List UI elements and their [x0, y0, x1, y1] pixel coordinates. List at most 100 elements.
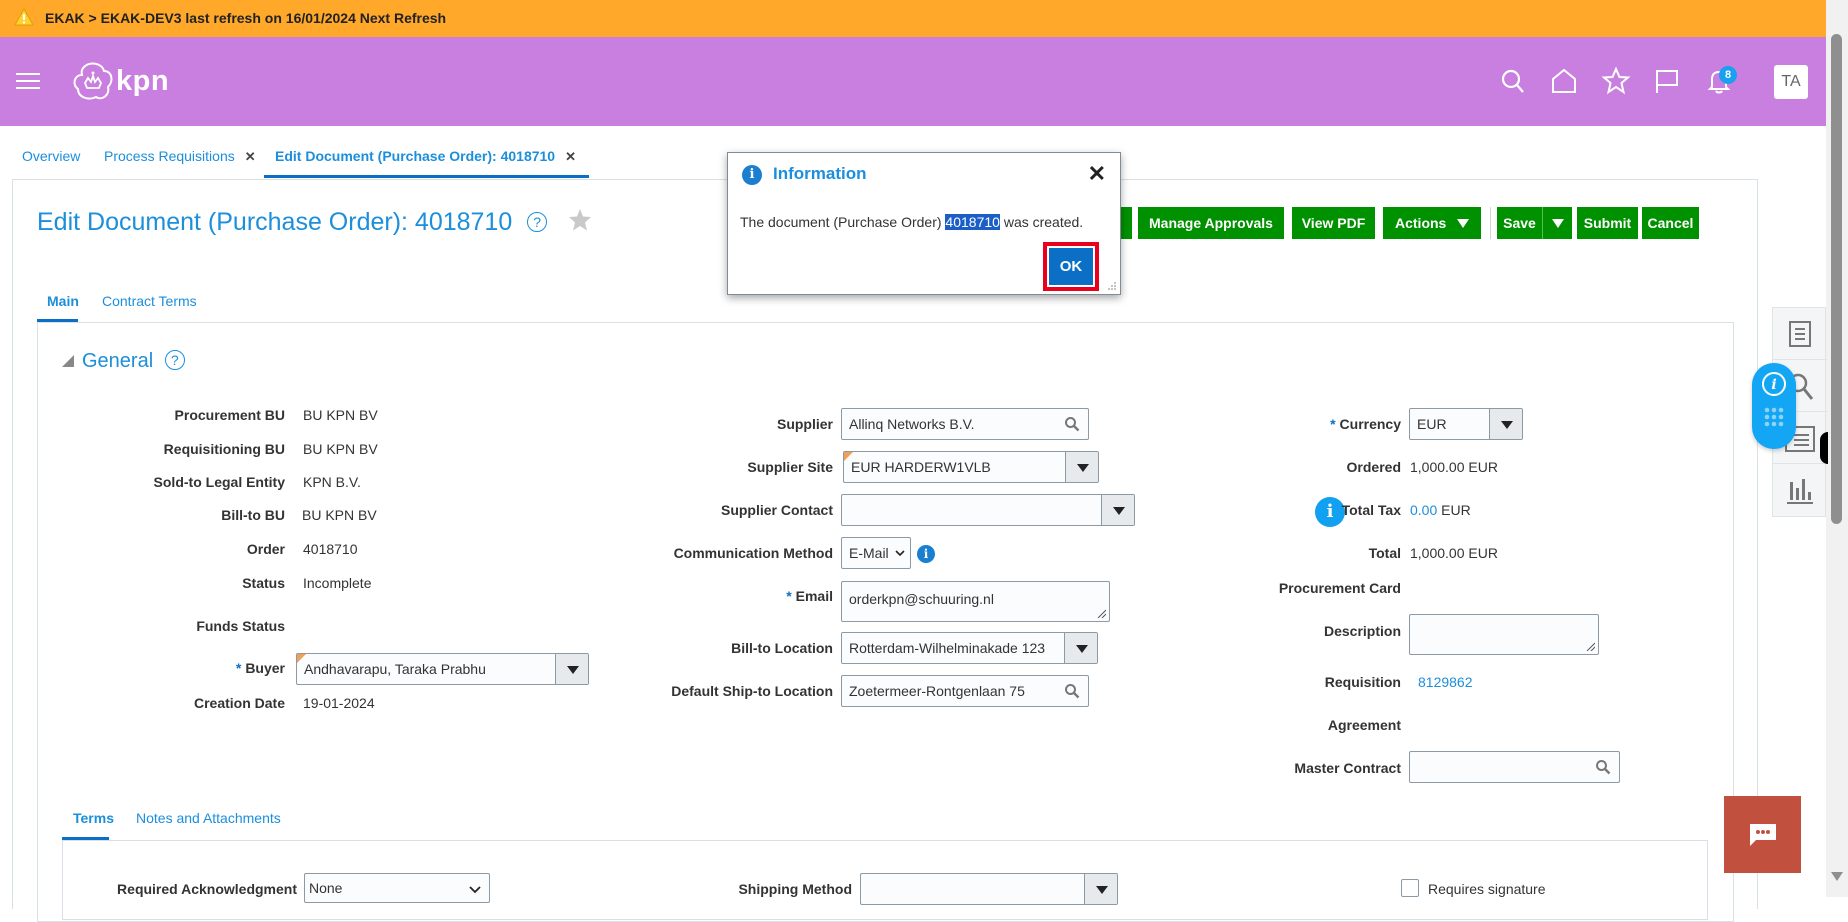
total-tax-value: 0.00 EUR — [1410, 502, 1471, 518]
bill-to-bu-label: Bill-to BU — [221, 507, 285, 523]
ship-to-location-input[interactable]: Zoetermeer-Rontgenlaan 75 — [841, 675, 1089, 707]
drag-grip-icon[interactable] — [1764, 407, 1784, 427]
required-acknowledgment-select[interactable]: None — [304, 873, 490, 903]
page-tab-label: Overview — [22, 148, 81, 164]
requisition-link[interactable]: 8129862 — [1418, 674, 1473, 690]
supplier-site-dropdown-button[interactable] — [1065, 452, 1098, 482]
supplier-site-combobox[interactable]: EUR HARDERW1VLB — [843, 451, 1099, 483]
supplier-site-value: EUR HARDERW1VLB — [851, 459, 991, 475]
info-icon[interactable]: i — [917, 545, 935, 563]
sold-to-legal-entity-value: KPN B.V. — [303, 474, 361, 490]
supplier-site-label: Supplier Site — [747, 459, 833, 475]
cancel-button[interactable]: Cancel — [1642, 207, 1699, 239]
search-icon[interactable] — [1064, 683, 1080, 699]
warning-icon — [14, 8, 34, 26]
scrollbar-thumb[interactable] — [1831, 34, 1842, 524]
close-tab-icon[interactable]: ✕ — [565, 149, 576, 164]
tab-main[interactable]: Main — [47, 293, 79, 309]
shipping-method-dropdown-button[interactable] — [1084, 874, 1117, 904]
favorite-star-icon[interactable] — [568, 208, 592, 232]
currency-combobox[interactable]: EUR — [1409, 408, 1523, 440]
supplier-label: Supplier — [776, 416, 833, 432]
rail-analytics-item[interactable] — [1773, 464, 1827, 516]
currency-dropdown-button[interactable] — [1489, 409, 1522, 439]
procurement-bu-label: Procurement BU — [174, 407, 285, 423]
submit-button[interactable]: Submit — [1577, 207, 1638, 239]
save-options-button[interactable] — [1542, 207, 1572, 239]
total-tax-label: Total Tax — [1341, 502, 1401, 518]
search-icon[interactable] — [1064, 416, 1080, 432]
buyer-combobox[interactable]: Andhavarapu, Taraka Prabhu — [296, 653, 589, 685]
requisition-label: Requisition — [1324, 674, 1401, 690]
menu-icon[interactable] — [16, 73, 40, 91]
active-tab-indicator — [264, 175, 589, 178]
help-icon[interactable]: ? — [527, 212, 548, 232]
description-textarea[interactable] — [1409, 614, 1599, 655]
requires-signature-checkbox[interactable] — [1401, 879, 1419, 897]
save-button[interactable]: Save — [1497, 207, 1542, 239]
favorites-star-icon[interactable] — [1601, 66, 1631, 96]
close-icon[interactable]: ✕ — [1088, 161, 1106, 187]
page-scrollbar[interactable] — [1826, 0, 1848, 897]
bill-to-location-dropdown-button[interactable] — [1064, 633, 1097, 663]
actions-menu-button[interactable]: Actions — [1383, 207, 1481, 239]
master-contract-label: Master Contract — [1294, 760, 1401, 776]
supplier-input[interactable]: Allinq Networks B.V. — [841, 408, 1089, 440]
scroll-down-arrow[interactable] — [1831, 872, 1843, 881]
communication-method-select[interactable]: E-Mail — [841, 537, 911, 569]
svg-text:i: i — [1771, 377, 1776, 393]
view-pdf-button[interactable]: View PDF — [1292, 207, 1375, 239]
communication-method-label: Communication Method — [673, 545, 833, 561]
home-icon[interactable] — [1549, 66, 1579, 96]
search-icon[interactable] — [1498, 66, 1528, 96]
supplier-contact-label: Supplier Contact — [720, 502, 833, 518]
currency-label: * Currency — [1330, 416, 1401, 432]
page-tab-overview[interactable]: Overview — [22, 148, 80, 164]
bill-to-location-combobox[interactable]: Rotterdam-Wilhelminakade 123 — [841, 632, 1098, 664]
watchlist-flag-icon[interactable] — [1652, 66, 1682, 96]
requires-signature-label: Requires signature — [1428, 881, 1546, 897]
close-tab-icon[interactable]: ✕ — [245, 149, 256, 164]
sold-to-legal-entity-label: Sold-to Legal Entity — [153, 474, 285, 490]
user-avatar[interactable]: TA — [1774, 65, 1808, 99]
chat-button[interactable] — [1724, 796, 1801, 873]
email-label-text: Email — [795, 588, 833, 604]
page-tab-process-requisitions[interactable]: Process Requisitions ✕ — [104, 148, 256, 165]
help-icon[interactable]: ? — [164, 350, 185, 370]
supplier-contact-combobox[interactable] — [841, 494, 1135, 526]
brand-name: kpn — [116, 65, 170, 97]
buyer-dropdown-button[interactable] — [555, 654, 588, 684]
total-value: 1,000.00 EUR — [1410, 545, 1498, 561]
page-tab-edit-document[interactable]: Edit Document (Purchase Order): 4018710 ✕ — [275, 148, 576, 165]
general-section-header[interactable]: General ? — [62, 350, 185, 373]
ok-button-highlight: OK — [1043, 242, 1099, 291]
collapse-triangle-icon[interactable] — [62, 355, 74, 367]
search-icon[interactable] — [1595, 759, 1611, 775]
resize-handle-icon[interactable] — [1585, 641, 1595, 651]
funds-status-label: Funds Status — [196, 618, 285, 634]
resize-handle-icon[interactable] — [1096, 608, 1106, 618]
side-drawer-handle[interactable] — [1820, 432, 1828, 464]
order-label: Order — [246, 541, 285, 557]
total-currency: EUR — [1468, 545, 1498, 561]
rail-document-item[interactable] — [1773, 308, 1827, 360]
tab-contract-terms[interactable]: Contract Terms — [102, 293, 197, 309]
message-text: The document (Purchase Order) — [740, 214, 946, 230]
manage-approvals-button[interactable]: Manage Approvals — [1138, 207, 1284, 239]
tab-notes-and-attachments[interactable]: Notes and Attachments — [136, 810, 281, 826]
global-header: kpn 8 TA — [0, 37, 1826, 126]
info-icon[interactable]: i — [1315, 497, 1345, 527]
dialog-resize-icon[interactable] — [1106, 280, 1116, 290]
email-textarea[interactable]: orderkpn@schuuring.nl — [841, 581, 1110, 622]
status-label: Status — [242, 575, 285, 591]
supplier-contact-dropdown-button[interactable] — [1101, 495, 1134, 525]
total-tax-link[interactable]: 0.00 — [1410, 502, 1437, 518]
tab-terms[interactable]: Terms — [73, 810, 114, 826]
shipping-method-label: Shipping Method — [738, 881, 852, 897]
total-label: Total — [1368, 545, 1401, 561]
floating-assistant-button[interactable]: i — [1752, 363, 1796, 449]
shipping-method-combobox[interactable] — [860, 873, 1118, 905]
master-contract-input[interactable] — [1409, 751, 1620, 783]
kpn-logo-icon — [73, 62, 113, 100]
ok-button[interactable]: OK — [1049, 248, 1093, 285]
